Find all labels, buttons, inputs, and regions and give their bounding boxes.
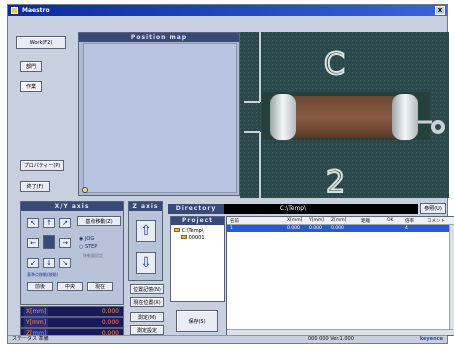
- folder-icon: [181, 235, 187, 239]
- status-bar: ステータス 準備 000 000 Ver.1.000 keyence: [8, 335, 447, 343]
- move-down-right-button[interactable]: ↘: [59, 258, 71, 268]
- brand-logo: keyence: [419, 336, 443, 342]
- cell-y: 0.000: [309, 226, 322, 231]
- col-comment: コメント: [427, 219, 445, 224]
- table-header: 名前 X[mm] Y[mm] Z[mm] 距離 OK 倍率 コメント: [227, 217, 454, 225]
- ref-move-label: 基準点移動(移動): [27, 272, 59, 277]
- move-left-button[interactable]: ←: [27, 238, 39, 248]
- map-origin-icon[interactable]: [82, 187, 88, 193]
- center-button[interactable]: 中央: [57, 282, 83, 291]
- save-button[interactable]: 保存(S): [176, 310, 218, 332]
- status-left: ステータス 準備: [12, 336, 49, 342]
- main-window: Maestro x Work(F2) 部門 作業 プロパティー(P) 終了(F)…: [7, 4, 454, 344]
- current-button[interactable]: 現在: [87, 282, 113, 291]
- radio-step[interactable]: ○ STEP: [79, 244, 97, 250]
- project-label: Project: [171, 217, 224, 225]
- y-coord-value: 0.000: [101, 319, 119, 326]
- move-right-button[interactable]: →: [59, 238, 71, 248]
- move-down-left-button[interactable]: ↙: [27, 258, 39, 268]
- radio-jog-label: JOG: [84, 236, 95, 242]
- xy-axis-panel: X/Y axis ↖ ↑ ↗ ← → ↙ ↓ ↘ 基点移動(Z) ◉ JOG ○…: [20, 201, 124, 305]
- window-title: Maestro: [22, 7, 50, 14]
- col-z: Z[mm]: [331, 218, 347, 223]
- center-grid-icon[interactable]: [43, 235, 55, 249]
- left-menu-panel: Work(F2) 部門 作業 プロパティー(P) 終了(F): [12, 30, 72, 198]
- move-up-right-button[interactable]: ↗: [59, 218, 71, 228]
- front-back-button[interactable]: 前後: [27, 282, 53, 291]
- tree-child-label: 00001: [188, 235, 205, 241]
- z-axis-header: Z axis: [129, 202, 162, 211]
- exit-button[interactable]: 終了(F): [20, 181, 50, 192]
- directory-path-text: C:\Temp\: [279, 205, 307, 212]
- table-row[interactable]: 1 0.000 0.000 0.000 4: [227, 225, 454, 232]
- cell-x: 0.000: [287, 226, 300, 231]
- col-ok: OK: [387, 218, 394, 223]
- cell-z: 0.000: [331, 226, 344, 231]
- browse-button[interactable]: 参照(U): [420, 203, 446, 214]
- tree-root-label: C:\Temp\: [181, 228, 204, 234]
- radio-jog[interactable]: ◉ JOG: [79, 236, 94, 242]
- position-map-panel: Position map: [78, 32, 240, 196]
- y-coord-readout: Y[mm] 0.000: [20, 317, 124, 328]
- position-map-header: Position map: [79, 33, 239, 42]
- task-button[interactable]: 作業: [20, 81, 42, 92]
- position-map-canvas[interactable]: [83, 43, 237, 193]
- col-distance: 距離: [361, 219, 370, 224]
- x-coord-label: X[mm]: [24, 307, 48, 316]
- move-down-button[interactable]: ↓: [43, 258, 55, 268]
- measure-settings-button[interactable]: 測定設定: [130, 325, 164, 335]
- title-bar: Maestro x: [8, 5, 447, 16]
- x-coord-value: 0.000: [101, 308, 119, 315]
- xy-axis-header: X/Y axis: [21, 202, 123, 211]
- z-down-button[interactable]: ⇩: [136, 252, 156, 274]
- z-axis-panel: Z axis ⇧ ⇩: [128, 201, 163, 281]
- cell-name: 1: [230, 226, 233, 231]
- current-position-button[interactable]: 現在位置(X): [130, 297, 164, 307]
- origin-move-button[interactable]: 基点移動(Z): [77, 216, 121, 226]
- measure-button[interactable]: 測定(M): [130, 312, 164, 322]
- col-x: X[mm]: [287, 218, 303, 223]
- radio-step-label: STEP: [84, 244, 98, 250]
- app-icon: [11, 7, 18, 14]
- col-name: 名前: [230, 219, 239, 224]
- measurement-table[interactable]: 名前 X[mm] Y[mm] Z[mm] 距離 OK 倍率 コメント 1 0.0…: [226, 216, 454, 336]
- y-coord-label: Y[mm]: [24, 318, 48, 327]
- work-button[interactable]: Work(F2): [16, 36, 66, 49]
- col-y: Y[mm]: [309, 218, 325, 223]
- status-version: 000 000 Ver.1.000: [308, 336, 354, 342]
- camera-image: C 2: [240, 32, 449, 198]
- svg-text:C: C: [324, 47, 345, 82]
- move-up-button[interactable]: ↑: [43, 218, 55, 228]
- z-up-button[interactable]: ⇧: [136, 220, 156, 242]
- folder-icon: [174, 228, 180, 232]
- svg-text:2: 2: [326, 165, 345, 198]
- vertical-scrollbar[interactable]: [449, 225, 454, 335]
- properties-button[interactable]: プロパティー(P): [20, 160, 64, 171]
- tree-child-item[interactable]: 00001: [181, 235, 205, 241]
- project-tree[interactable]: Project C:\Temp\ 00001: [170, 216, 225, 302]
- dept-button[interactable]: 部門: [20, 61, 42, 72]
- tree-root-item[interactable]: C:\Temp\: [174, 228, 203, 234]
- close-icon[interactable]: x: [435, 6, 445, 15]
- x-coord-readout: X[mm] 0.000: [20, 306, 124, 317]
- cell-mag: 4: [405, 226, 408, 231]
- col-mag: 倍率: [405, 219, 414, 224]
- directory-label: Directory: [168, 204, 224, 214]
- move-up-left-button[interactable]: ↖: [27, 218, 39, 228]
- step-amount-label: 移動量設定: [83, 253, 103, 258]
- store-position-button[interactable]: 位置記憶(N): [130, 284, 164, 294]
- camera-view[interactable]: C 2: [240, 32, 449, 198]
